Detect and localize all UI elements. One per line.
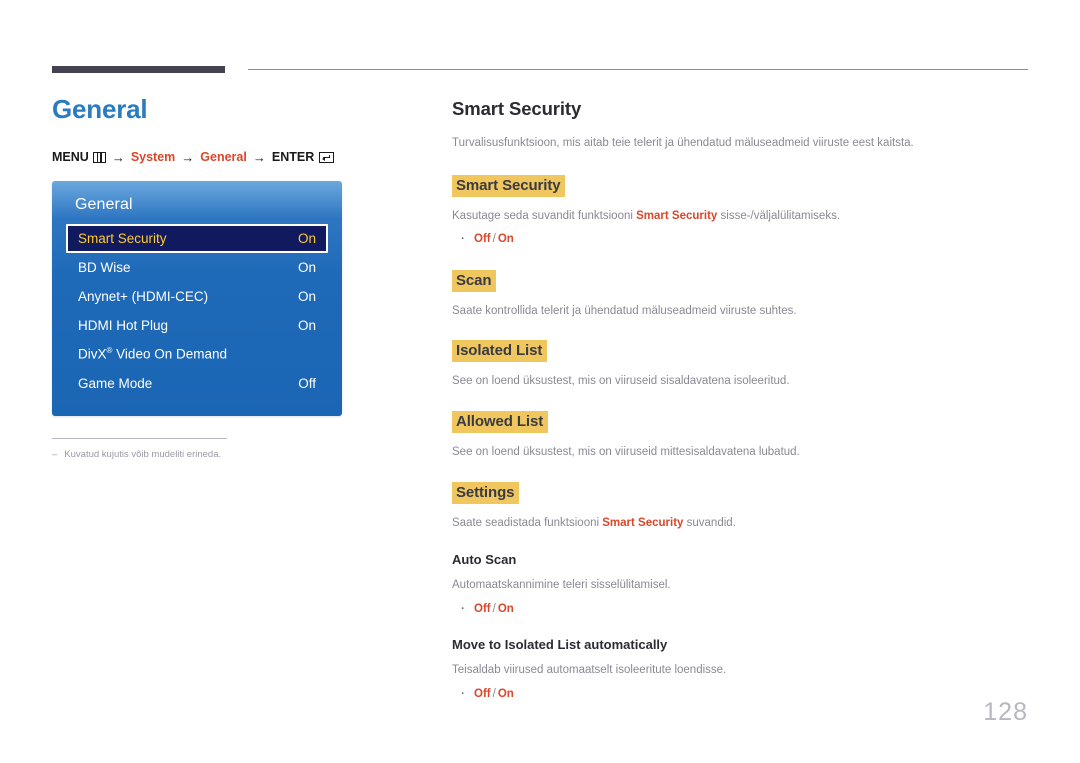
osd-panel-title: General: [75, 195, 133, 213]
option-off[interactable]: Off: [474, 686, 491, 703]
right-column: Smart Security Turvalisusfunktsioon, mis…: [452, 98, 1032, 722]
breadcrumb-arrow-3: →: [252, 149, 266, 165]
osd-menu-item[interactable]: Game Mode Off: [66, 369, 328, 398]
option-on[interactable]: On: [498, 231, 514, 248]
sub-heading: Move to Isolated List automatically: [452, 637, 668, 653]
bullet-icon: ·: [461, 687, 465, 700]
breadcrumb-item-general[interactable]: General: [200, 150, 247, 164]
section-blocks: Smart Security Kasutage seda suvandit fun…: [452, 174, 1032, 703]
content-block: Settings Saate seadistada funktsiooni Sma…: [452, 481, 1032, 532]
description-text: Saate kontrollida telerit ja ühendatud m…: [452, 304, 797, 317]
osd-menu-item-label: BD Wise: [78, 259, 131, 275]
osd-menu-item-label: DivX® Video On Demand: [78, 346, 227, 362]
content-block: Scan Saate kontrollida telerit ja ühendat…: [452, 269, 1032, 320]
description-accent-term: Smart Security: [636, 209, 718, 222]
highlighted-heading: Settings: [452, 481, 520, 504]
osd-menu-item[interactable]: Smart Security On: [66, 223, 328, 253]
description-text-tail: sisse-/väljalülitamiseks.: [717, 209, 841, 222]
description-text: See on loend üksustest, mis on viiruseid…: [452, 445, 800, 458]
footnote: – Kuvatud kujutis võib mudeliti erineda.: [52, 448, 412, 461]
block-description: Saate kontrollida telerit ja ühendatud m…: [452, 303, 1032, 320]
enter-key-icon: [319, 151, 335, 163]
osd-menu-item-value: On: [297, 230, 316, 246]
osd-menu-item[interactable]: DivX® Video On Demand: [66, 340, 328, 369]
highlighted-heading: Allowed List: [452, 410, 549, 433]
block-description: Teisaldab viirused automaatselt isoleeri…: [452, 662, 1032, 679]
content-block: Move to Isolated List automatically Teisa…: [452, 637, 1032, 703]
breadcrumb-enter-label: ENTER: [271, 150, 315, 165]
description-accent-term: Smart Security: [602, 516, 684, 529]
option-separator: /: [492, 233, 496, 246]
content-block: Isolated List See on loend üksustest, mis…: [452, 340, 1032, 390]
option-off[interactable]: Off: [474, 601, 491, 618]
option-list-item: · Off / On: [452, 686, 1032, 703]
osd-menu-item-value: On: [297, 317, 316, 333]
description-text: Saate seadistada funktsiooni: [452, 516, 603, 529]
content-block: Smart Security Kasutage seda suvandit fun…: [452, 174, 1032, 249]
osd-menu-item[interactable]: Anynet+ (HDMI-CEC) On: [66, 282, 328, 311]
osd-menu-item-value: On: [297, 288, 316, 304]
page-number: 128: [983, 698, 1028, 726]
tv-osd-panel: General Smart Security On BD Wise On Anynet+…: [52, 180, 342, 416]
block-description: Automaatskannimine teleri sisselülitamis…: [452, 577, 1032, 594]
header-accent-bar: [52, 66, 225, 73]
breadcrumb-menu-label: MENU: [52, 150, 89, 165]
footnote-text: Kuvatud kujutis võib mudeliti erineda.: [64, 448, 222, 460]
description-text: Teisaldab viirused automaatselt isoleeri…: [452, 664, 727, 677]
highlighted-heading: Scan: [452, 269, 497, 292]
breadcrumb-arrow-2: →: [181, 149, 195, 165]
option-on[interactable]: On: [498, 686, 514, 703]
sub-heading: Auto Scan: [452, 552, 517, 568]
option-on[interactable]: On: [498, 601, 514, 618]
left-column: General MENU → System → General → ENTER …: [52, 95, 412, 461]
block-description: Kasutage seda suvandit funktsiooni Smart…: [452, 208, 1032, 225]
block-description: See on loend üksustest, mis on viiruseid…: [452, 373, 1032, 390]
block-description: See on loend üksustest, mis on viiruseid…: [452, 444, 1032, 461]
content-block: Allowed List See on loend üksustest, mis …: [452, 410, 1032, 461]
option-separator: /: [492, 602, 496, 615]
option-off[interactable]: Off: [474, 231, 491, 248]
breadcrumb-arrow-1: →: [111, 149, 125, 165]
description-text: Automaatskannimine teleri sisselülitamis…: [452, 579, 671, 592]
osd-menu-list: Smart Security On BD Wise On Anynet+ (HDMI-C…: [52, 223, 342, 398]
description-text: See on loend üksustest, mis on viiruseid…: [452, 375, 790, 388]
footnote-divider: [52, 437, 227, 439]
breadcrumb: MENU → System → General → ENTER: [52, 150, 412, 165]
breadcrumb-item-system[interactable]: System: [131, 150, 175, 164]
bullet-icon: ·: [461, 602, 465, 615]
footnote-dash: –: [52, 448, 58, 460]
osd-menu-item[interactable]: HDMI Hot Plug On: [66, 311, 328, 340]
option-list-item: · Off / On: [452, 601, 1032, 618]
menu-bars-icon: [92, 151, 106, 163]
option-list: · Off / On: [452, 231, 1032, 248]
osd-menu-item-label: HDMI Hot Plug: [78, 317, 169, 333]
description-text-tail: suvandid.: [683, 516, 736, 529]
content-block: Auto Scan Automaatskannimine teleri sisse…: [452, 552, 1032, 618]
osd-menu-item-label: Smart Security: [78, 230, 167, 246]
option-list-item: · Off / On: [452, 231, 1032, 248]
page-title: General: [52, 94, 148, 124]
header-rule: [248, 69, 1028, 70]
osd-menu-item-value: Off: [298, 375, 316, 391]
highlighted-heading: Smart Security: [452, 174, 566, 197]
section-title: Smart Security: [452, 98, 582, 119]
highlighted-heading: Isolated List: [452, 340, 548, 363]
option-list: · Off / On: [452, 601, 1032, 618]
bullet-icon: ·: [461, 233, 465, 246]
block-description: Saate seadistada funktsiooni Smart Secur…: [452, 515, 1032, 532]
section-intro: Turvalisusfunktsioon, mis aitab teie tel…: [452, 137, 914, 149]
option-list: · Off / On: [452, 686, 1032, 703]
osd-menu-item-label: Game Mode: [78, 375, 153, 391]
osd-menu-item-label: Anynet+ (HDMI-CEC): [78, 288, 209, 304]
osd-menu-item[interactable]: BD Wise On: [66, 253, 328, 282]
osd-menu-item-value: On: [297, 259, 316, 275]
option-separator: /: [492, 687, 496, 700]
description-text: Kasutage seda suvandit funktsiooni: [452, 209, 637, 222]
